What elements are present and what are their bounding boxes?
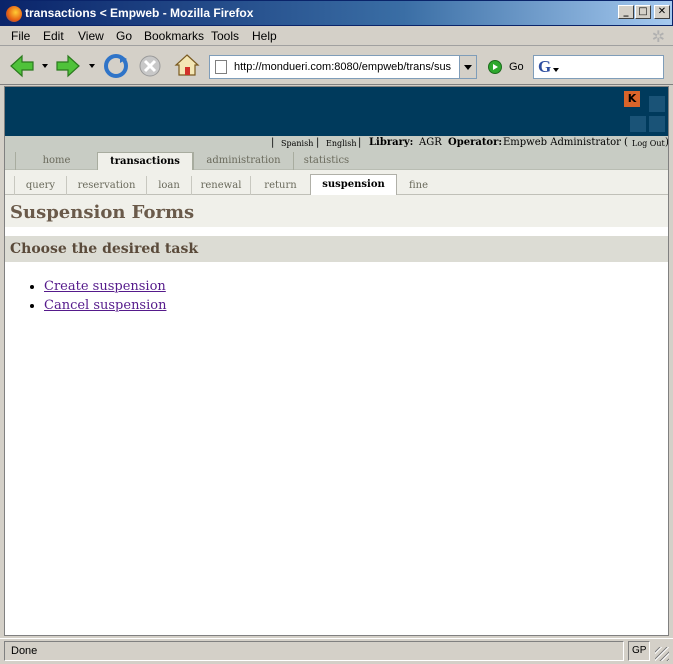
logout-link[interactable]: Log Out [632, 139, 665, 148]
close-button[interactable]: ✕ [654, 5, 670, 19]
cancel-suspension-link[interactable]: Cancel suspension [44, 298, 166, 313]
page-title-band: Suspension Forms [5, 195, 668, 227]
throbber-icon: ✲ [651, 29, 665, 46]
firefox-icon [6, 6, 22, 22]
url-bar[interactable]: http://mondueri.com:8080/empweb/trans/su… [209, 55, 477, 79]
list-item: Create suspension [44, 279, 166, 298]
stop-icon[interactable] [138, 54, 162, 78]
sub-tabs: query reservation loan renewal return su… [5, 170, 668, 196]
create-suspension-link[interactable]: Create suspension [44, 279, 166, 294]
task-list: Create suspension Cancel suspension [31, 279, 166, 317]
subtab-return[interactable]: return [250, 176, 310, 195]
logo-square [649, 96, 665, 112]
menu-edit[interactable]: Edit [43, 29, 64, 43]
go-icon[interactable] [488, 60, 502, 74]
empweb-logo: K [624, 91, 640, 107]
google-search-icon[interactable]: G [538, 57, 551, 77]
minimize-button[interactable]: _ [618, 5, 634, 19]
window-title: transactions < Empweb - Mozilla Firefox [25, 6, 254, 20]
section-title: Choose the desired task [10, 241, 199, 257]
menu-file[interactable]: File [11, 29, 30, 43]
list-item: Cancel suspension [44, 298, 166, 317]
subtab-fine[interactable]: fine [397, 176, 440, 195]
status-bar: Done GP [0, 638, 673, 664]
tab-home[interactable]: home [15, 152, 97, 170]
page-title: Suspension Forms [10, 202, 195, 223]
chevron-down-icon [464, 65, 472, 70]
menu-view[interactable]: View [78, 29, 104, 43]
tab-transactions[interactable]: transactions [97, 152, 193, 170]
back-dropdown-icon[interactable] [42, 64, 48, 68]
subtab-loan[interactable]: loan [146, 176, 191, 195]
back-arrow-icon[interactable] [9, 54, 35, 78]
operator-label: Operator: [448, 137, 503, 148]
status-text: Done [4, 641, 624, 661]
menu-help[interactable]: Help [252, 29, 277, 43]
session-info-bar: | Spanish | English | Library: AGR Opera… [5, 136, 668, 151]
subtab-suspension[interactable]: suspension [310, 174, 397, 196]
page-viewport: K | Spanish | English | Library: AGR Ope… [4, 86, 669, 636]
menu-bar: File Edit View Go Bookmarks Tools Help ✲ [0, 26, 673, 46]
search-box[interactable]: G [533, 55, 664, 79]
operator-value: Empweb Administrator [503, 137, 621, 148]
site-banner: K [5, 87, 668, 136]
url-dropdown-button[interactable] [459, 56, 476, 78]
menu-go[interactable]: Go [116, 29, 132, 43]
go-button[interactable]: Go [509, 61, 524, 73]
url-text[interactable]: http://mondueri.com:8080/empweb/trans/su… [234, 61, 460, 73]
home-icon[interactable] [174, 52, 200, 78]
maximize-button[interactable]: □ [635, 5, 651, 19]
status-gp-panel[interactable]: GP [628, 641, 650, 661]
window-titlebar: transactions < Empweb - Mozilla Firefox … [0, 0, 673, 26]
forward-arrow-icon[interactable] [55, 54, 81, 78]
main-tabs: home transactions administration statist… [5, 151, 668, 170]
page-icon [215, 60, 227, 74]
menu-bookmarks[interactable]: Bookmarks [144, 29, 204, 43]
language-english-link[interactable]: English [326, 139, 357, 148]
search-engine-dropdown-icon[interactable] [553, 68, 559, 72]
section-header: Choose the desired task [5, 236, 668, 262]
resize-grip-icon[interactable] [655, 647, 669, 661]
forward-dropdown-icon[interactable] [89, 64, 95, 68]
tab-statistics[interactable]: statistics [293, 152, 359, 170]
tab-administration[interactable]: administration [193, 152, 293, 170]
logo-square [630, 116, 646, 132]
library-value: AGR [419, 137, 442, 148]
logo-square [649, 116, 665, 132]
subtab-query[interactable]: query [14, 176, 66, 195]
subtab-renewal[interactable]: renewal [191, 176, 250, 195]
menu-tools[interactable]: Tools [211, 29, 239, 43]
reload-icon[interactable] [103, 53, 129, 79]
subtab-reservation[interactable]: reservation [66, 176, 146, 195]
library-label: Library: [369, 137, 414, 148]
language-spanish-link[interactable]: Spanish [281, 139, 313, 148]
